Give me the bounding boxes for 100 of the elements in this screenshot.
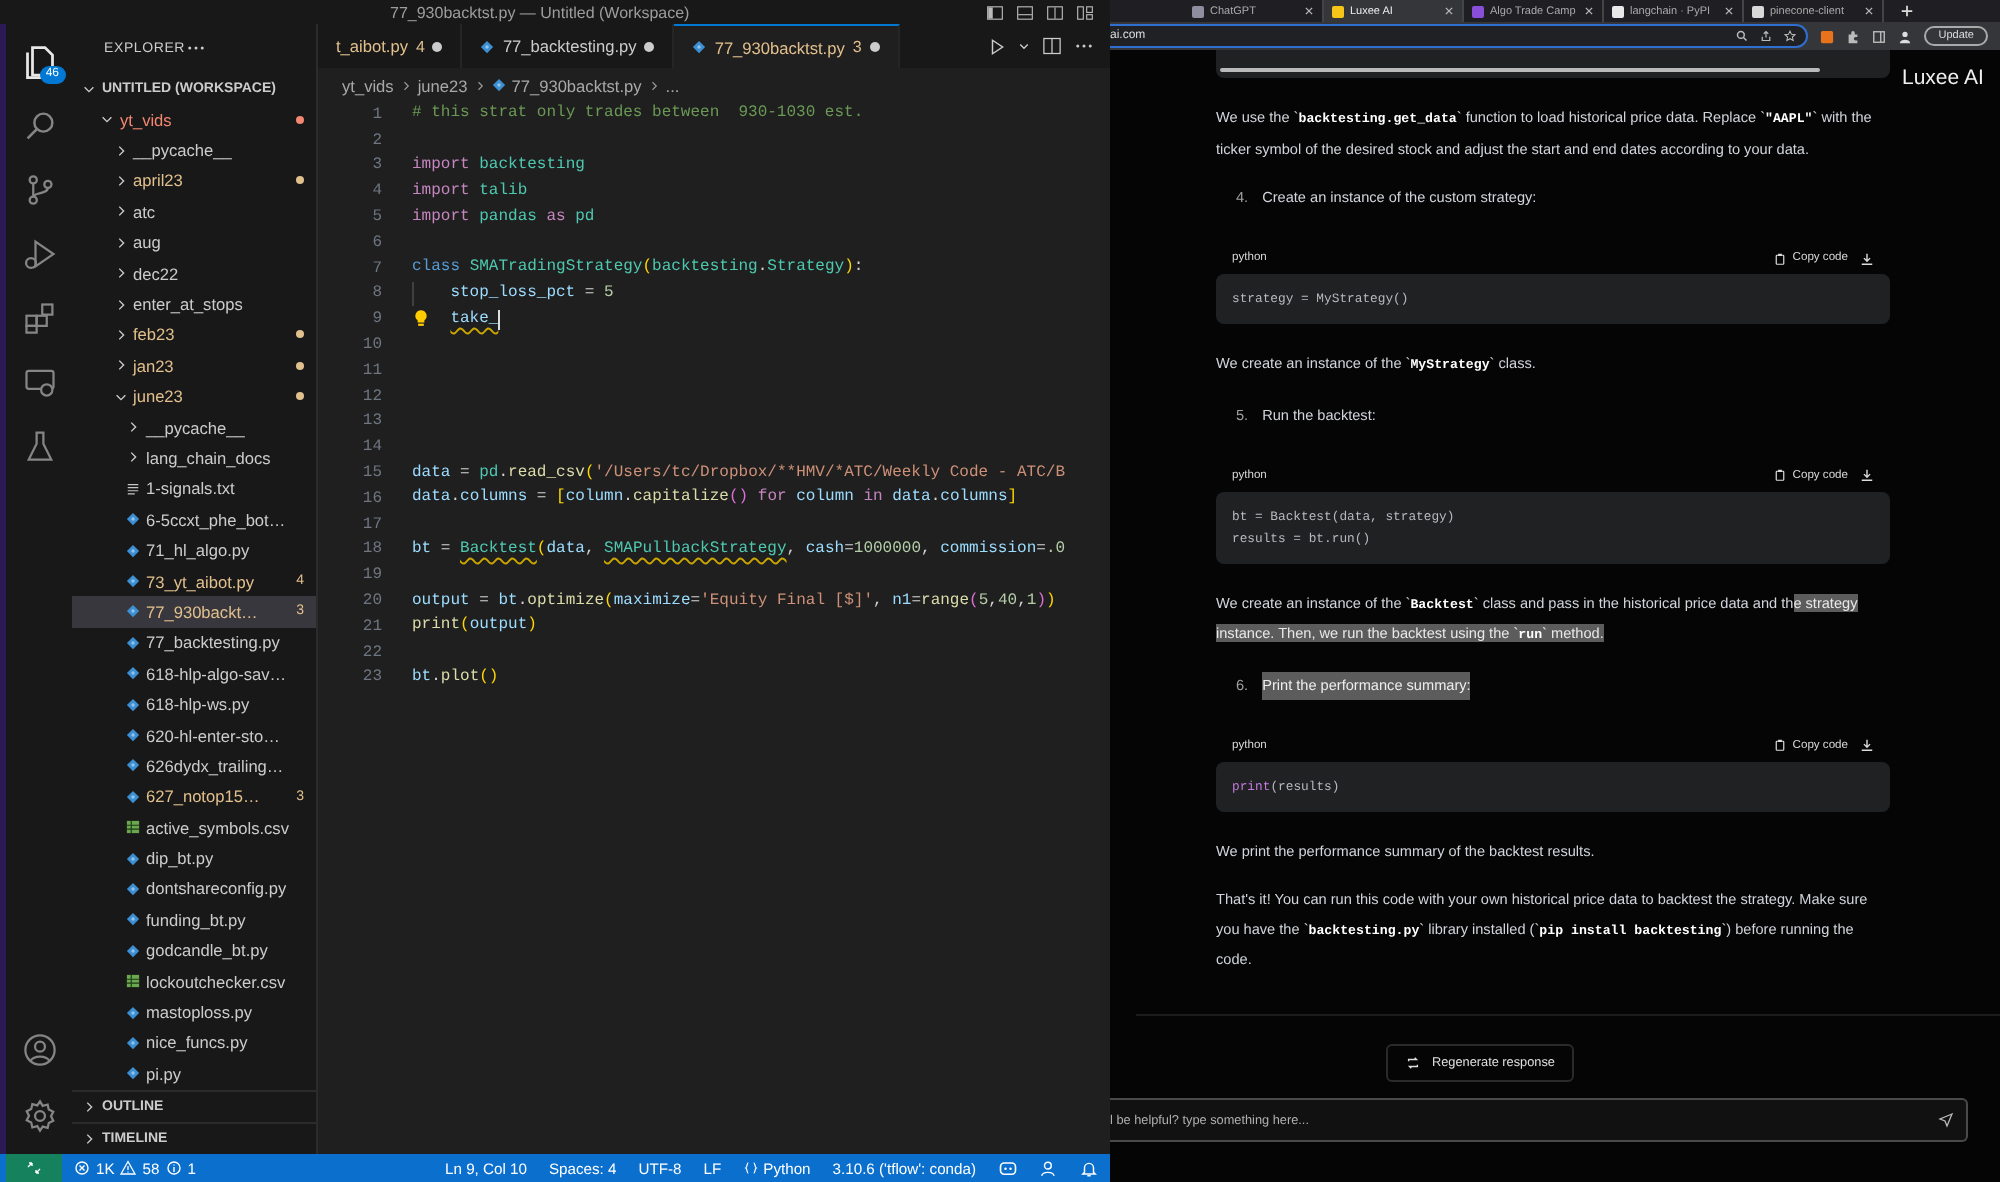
close-icon[interactable] [1724, 6, 1734, 16]
remote-explorer-icon[interactable] [21, 364, 57, 400]
file-name: active_symbols.csv [146, 817, 289, 838]
warning-icon [120, 1160, 137, 1176]
file-name: dontshareconfig.py [146, 878, 287, 899]
line-number: 10 [360, 336, 382, 355]
copilot-icon[interactable] [998, 1158, 1018, 1178]
file-name: 77_backtesting.py [146, 632, 280, 653]
text-file-icon [126, 481, 140, 496]
line-number: 15 [360, 464, 382, 483]
account-icon[interactable] [21, 1032, 57, 1068]
download-icon[interactable] [1860, 738, 1874, 752]
layout-icon[interactable] [1076, 3, 1094, 21]
extensions-icon[interactable] [21, 300, 57, 336]
run-icon[interactable] [988, 37, 1006, 55]
line-number: 20 [360, 592, 382, 611]
breadcrumb-item[interactable]: yt_vids [342, 75, 394, 95]
tree-item[interactable]: jan23 [72, 350, 316, 382]
tree-item[interactable]: lang_chain_docs [72, 442, 316, 474]
breadcrumb-item[interactable]: ... [665, 75, 680, 95]
line-number: 13 [360, 412, 382, 431]
tree-item[interactable]: enter_at_stops [72, 288, 316, 320]
more-icon[interactable] [1074, 40, 1094, 52]
line-number: 3 [370, 156, 382, 175]
puzzle-icon[interactable] [1846, 29, 1861, 43]
tree-item[interactable]: feb23 [72, 319, 316, 351]
tree-item[interactable]: 77_backtesting.py [72, 627, 316, 659]
tree-item[interactable]: pi.py [72, 1058, 316, 1089]
error-icon [74, 1160, 90, 1176]
download-icon[interactable] [1860, 251, 1874, 265]
tree-item[interactable]: active_symbols.csv [72, 811, 316, 843]
python-file-icon [126, 635, 140, 650]
tree-item[interactable]: dip_bt.py [72, 842, 316, 874]
tree-item[interactable]: 620-hl-enter-sto… [72, 719, 316, 751]
sidebar-toggle-icon[interactable] [986, 3, 1004, 21]
folder-name: yt_vids [120, 109, 172, 130]
close-icon[interactable] [1584, 6, 1594, 16]
clipboard-icon [1774, 468, 1787, 482]
run-debug-icon[interactable] [21, 236, 57, 272]
split-editor-icon[interactable] [1042, 36, 1062, 56]
more-icon[interactable] [185, 42, 206, 54]
tree-item[interactable]: 626dydx_trailing… [72, 750, 316, 782]
side-panel-icon[interactable] [1872, 29, 1887, 43]
tree-item[interactable]: dec22 [72, 257, 316, 289]
code-line: import pandas as pd [412, 205, 595, 230]
file-name: lockoutchecker.csv [146, 971, 286, 992]
tree-item[interactable]: 6-5ccxt_phe_bot… [72, 504, 316, 535]
tree-item[interactable]: lockoutchecker.csv [72, 965, 316, 997]
tree-item[interactable]: nice_funcs.py [72, 1027, 316, 1059]
chevron-right-icon [473, 79, 486, 91]
extension-icon[interactable] [1820, 29, 1835, 43]
chevron-down-icon [82, 81, 96, 95]
tree-item[interactable]: 1-signals.txt [72, 473, 316, 505]
close-icon[interactable] [1304, 6, 1314, 16]
search-icon[interactable] [21, 108, 57, 144]
tree-item[interactable]: godcandle_bt.py [72, 935, 316, 966]
tree-item[interactable]: funding_bt.py [72, 904, 316, 936]
breadcrumb-item[interactable]: 77_930backtst.py [511, 75, 642, 95]
tree-item[interactable]: atc [72, 196, 316, 228]
profile-icon[interactable] [1898, 29, 1913, 43]
bell-icon[interactable] [1080, 1159, 1098, 1177]
flask-icon[interactable] [21, 428, 57, 464]
tree-item[interactable]: mastoploss.py [72, 996, 316, 1028]
tree-item[interactable]: 618-hlp-algo-sav… [72, 658, 316, 689]
close-icon[interactable] [1444, 6, 1454, 16]
code-line: stop_loss_pct = 5 [450, 281, 614, 306]
new-tab-icon[interactable] [1900, 4, 1914, 18]
tree-item[interactable]: __pycache__ [72, 411, 316, 443]
info-icon [165, 1160, 182, 1176]
tree-item[interactable]: aug [72, 227, 316, 258]
folder-name: dec22 [133, 263, 179, 284]
star-icon[interactable] [1784, 30, 1797, 42]
tree-item[interactable]: 618-hlp-ws.py [72, 688, 316, 720]
close-icon[interactable] [1864, 6, 1874, 16]
person-icon[interactable] [1040, 1159, 1058, 1177]
line-number: 6 [370, 233, 382, 252]
download-icon[interactable] [1860, 468, 1874, 482]
tree-item[interactable]: june23 [72, 381, 316, 412]
line-number: 22 [360, 643, 382, 662]
zoom-icon[interactable] [1736, 30, 1749, 42]
share-icon[interactable] [1760, 30, 1773, 42]
tree-item[interactable]: 71_hl_algo.py [72, 534, 316, 566]
caret-icon[interactable] [1018, 40, 1030, 52]
tree-item[interactable]: __pycache__ [72, 134, 316, 166]
lightbulb-icon[interactable] [412, 308, 430, 329]
line-number: 18 [360, 540, 382, 559]
code-line: bt = Backtest(data, SMAPullbackStrategy, cash=1000000, commission=.0 [412, 537, 1066, 562]
tree-item[interactable]: dontshareconfig.py [72, 873, 316, 905]
app-title: Luxee AI [1902, 66, 1984, 90]
folder-name: atc [133, 201, 156, 222]
tree-item[interactable]: april23 [72, 165, 316, 197]
tree-item[interactable]: yt_vids [72, 104, 316, 135]
line-number: 16 [360, 489, 382, 508]
send-icon[interactable] [1938, 1112, 1954, 1128]
split-layout-icon[interactable] [1046, 3, 1064, 21]
panel-toggle-icon[interactable] [1016, 3, 1034, 21]
editor-tab[interactable]: 77_930backtst.py 3 [674, 24, 900, 68]
settings-icon[interactable] [21, 1098, 57, 1134]
breadcrumb-item[interactable]: june23 [417, 75, 468, 95]
file-name: 77_930backt… [146, 601, 258, 622]
